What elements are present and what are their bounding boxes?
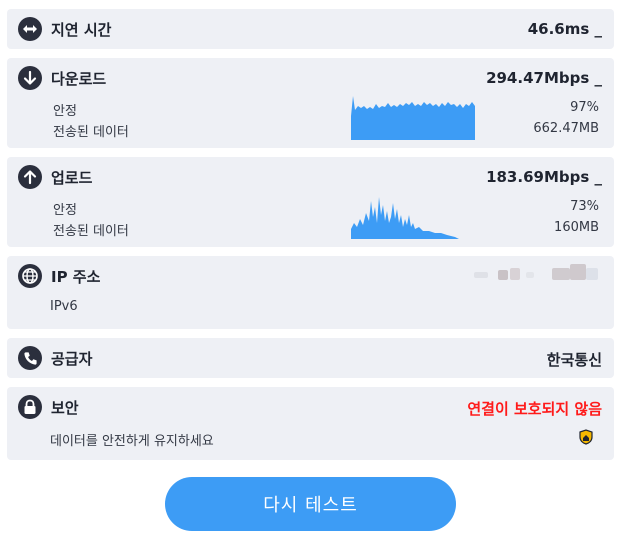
upload-sparkline [351, 197, 459, 239]
provider-card: 공급자 한국통신 [7, 338, 614, 378]
download-value: 294.47Mbps _ [486, 69, 602, 87]
double-arrow-icon [18, 17, 42, 41]
download-card: 다운로드 294.47Mbps _ 안정 전송된 데이터 97% 662.47M… [7, 58, 614, 148]
security-hint: 데이터를 안전하게 유지하세요 [50, 434, 214, 449]
provider-title: 공급자 [51, 350, 93, 368]
upload-title: 업로드 [51, 169, 93, 187]
upload-card: 업로드 183.69Mbps _ 안정 전송된 데이터 73% 160MB [7, 157, 614, 247]
upload-stability-value: 73% [570, 199, 599, 214]
latency-title: 지연 시간 [51, 21, 112, 39]
ip-address-redacted [462, 262, 602, 284]
arrow-up-circle-icon [18, 165, 42, 189]
download-stability-value: 97% [570, 100, 599, 115]
shield-warning-icon[interactable] [578, 429, 594, 445]
retest-button[interactable]: 다시 테스트 [165, 477, 456, 531]
download-sparkline [351, 96, 475, 140]
ip-title: IP 주소 [51, 268, 101, 286]
download-transferred-label: 전송된 데이터 [53, 125, 129, 140]
latency-card: 지연 시간 46.6ms _ [7, 9, 614, 49]
ip-version: IPv6 [50, 299, 78, 314]
security-title: 보안 [51, 399, 79, 417]
upload-transferred-label: 전송된 데이터 [53, 224, 129, 239]
phone-icon [18, 346, 42, 370]
download-stability-label: 안정 [53, 104, 77, 119]
download-title: 다운로드 [51, 70, 107, 88]
lock-icon [18, 395, 42, 419]
upload-transferred-value: 160MB [554, 220, 599, 235]
provider-value: 한국통신 [546, 351, 602, 369]
latency-value: 46.6ms _ [527, 20, 602, 38]
arrow-down-circle-icon [18, 66, 42, 90]
security-status: 연결이 보호되지 않음 [467, 400, 602, 418]
download-transferred-value: 662.47MB [533, 121, 599, 136]
globe-icon [18, 264, 42, 288]
upload-stability-label: 안정 [53, 203, 77, 218]
upload-value: 183.69Mbps _ [486, 168, 602, 186]
security-card: 보안 연결이 보호되지 않음 데이터를 안전하게 유지하세요 [7, 387, 614, 460]
ip-card: IP 주소 IPv6 [7, 256, 614, 329]
